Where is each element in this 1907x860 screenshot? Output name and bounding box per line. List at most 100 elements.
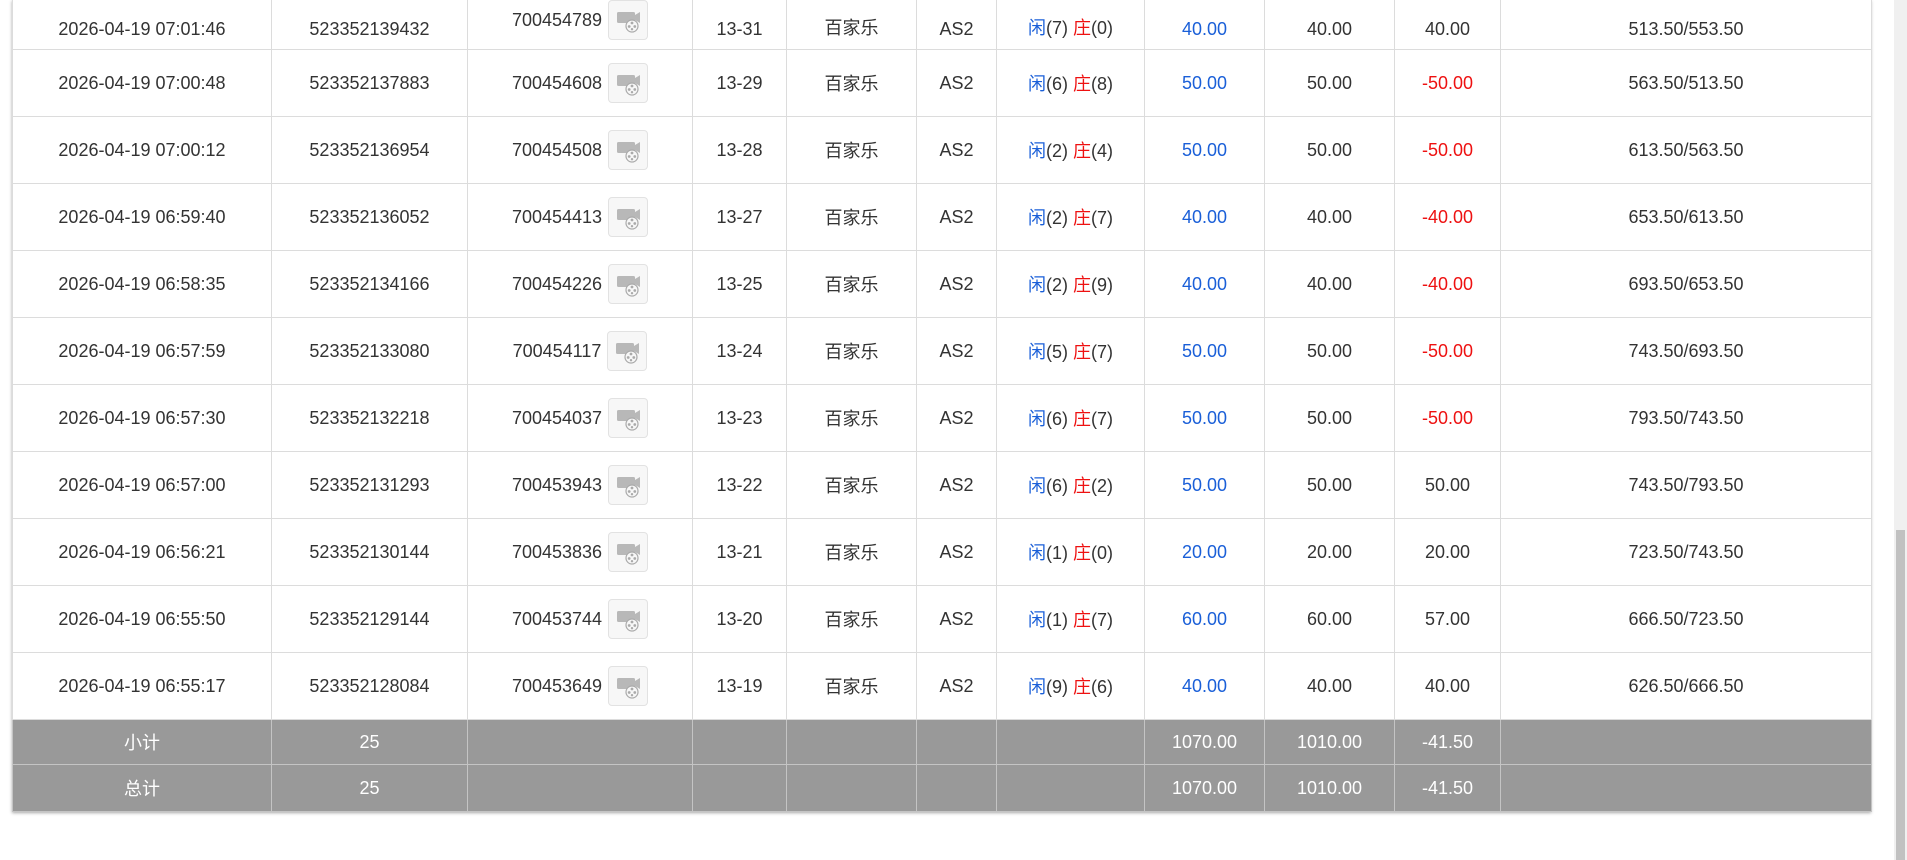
bet-id: 523352128084 <box>271 652 468 720</box>
win-loss: -50.00 <box>1394 116 1501 184</box>
empty-cell <box>467 764 693 812</box>
empty-cell <box>996 764 1145 812</box>
game-result: 闲(2) 庄(4) <box>996 116 1145 184</box>
table-body: 2026-04-19 07:01:46 523352139432 7004547… <box>12 0 1872 720</box>
bet-amount: 50.00 <box>1144 317 1265 385</box>
total-valid-bet: 1010.00 <box>1264 764 1395 812</box>
round-id: 700454117 <box>512 340 602 361</box>
empty-cell <box>1500 764 1872 812</box>
player-label: 闲 <box>1027 275 1046 295</box>
game-result: 闲(2) 庄(9) <box>996 250 1145 318</box>
win-loss: 50.00 <box>1394 451 1501 519</box>
win-loss: 40.00 <box>1394 0 1501 50</box>
subtotal-valid-bet: 1010.00 <box>1264 719 1395 765</box>
valid-bet: 50.00 <box>1264 49 1395 117</box>
total-row: 总计 25 1070.00 1010.00 -41.50 <box>12 764 1872 812</box>
banker-score: (7) <box>1091 342 1113 362</box>
banker-score: (2) <box>1091 476 1113 496</box>
player-score: (6) <box>1045 476 1068 496</box>
player-label: 闲 <box>1027 409 1046 429</box>
bet-id: 523352131293 <box>271 451 468 519</box>
bet-time: 2026-04-19 07:00:12 <box>12 116 272 184</box>
player-score: (9) <box>1045 677 1068 697</box>
game-type: 百家乐 <box>786 0 917 50</box>
video-replay-icon[interactable] <box>608 264 649 304</box>
balance-change: 666.50/723.50 <box>1500 585 1872 653</box>
bet-id: 523352133080 <box>271 317 468 385</box>
banker-label: 庄 <box>1073 18 1091 38</box>
game-type: 百家乐 <box>786 384 917 452</box>
balance-change: 653.50/613.50 <box>1500 183 1872 251</box>
banker-label: 庄 <box>1073 74 1091 94</box>
game-type: 百家乐 <box>786 652 917 720</box>
empty-cell <box>786 719 917 765</box>
balance-change: 513.50/553.50 <box>1500 0 1872 50</box>
video-replay-icon[interactable] <box>608 398 649 438</box>
bet-amount: 20.00 <box>1144 518 1265 586</box>
table-row: 2026-04-19 07:00:12 523352136954 7004545… <box>12 116 1872 184</box>
valid-bet: 40.00 <box>1264 250 1395 318</box>
subtotal-label: 小计 <box>12 719 272 765</box>
table-code: AS2 <box>916 49 997 117</box>
valid-bet: 40.00 <box>1264 183 1395 251</box>
round-id: 700453943 <box>511 474 603 495</box>
video-replay-icon[interactable] <box>608 599 649 639</box>
banker-label: 庄 <box>1073 208 1091 228</box>
scrollbar-thumb[interactable] <box>1896 530 1905 860</box>
video-replay-icon[interactable] <box>608 465 649 505</box>
valid-bet: 50.00 <box>1264 317 1395 385</box>
win-loss: -50.00 <box>1394 384 1501 452</box>
total-bet: 1070.00 <box>1144 764 1265 812</box>
shoe-number: 13-27 <box>692 183 787 251</box>
bet-time: 2026-04-19 06:58:35 <box>12 250 272 318</box>
game-result: 闲(5) 庄(7) <box>996 317 1145 385</box>
video-replay-icon[interactable] <box>608 130 649 170</box>
banker-label: 庄 <box>1073 141 1091 161</box>
bet-time: 2026-04-19 06:59:40 <box>12 183 272 251</box>
banker-score: (6) <box>1091 677 1113 697</box>
game-type: 百家乐 <box>786 183 917 251</box>
banker-label: 庄 <box>1073 543 1091 563</box>
bet-id: 523352137883 <box>271 49 468 117</box>
video-replay-icon[interactable] <box>608 197 649 237</box>
shoe-number: 13-31 <box>692 0 787 50</box>
bet-id: 523352136954 <box>271 116 468 184</box>
banker-score: (0) <box>1091 543 1113 563</box>
video-replay-icon[interactable] <box>608 532 649 572</box>
empty-cell <box>692 764 787 812</box>
subtotal-win-loss: -41.50 <box>1394 719 1501 765</box>
balance-change: 693.50/653.50 <box>1500 250 1872 318</box>
table-row: 2026-04-19 06:55:50 523352129144 7004537… <box>12 585 1872 653</box>
video-replay-icon[interactable] <box>608 666 649 706</box>
balance-change: 743.50/793.50 <box>1500 451 1872 519</box>
bet-records-table-container: 2026-04-19 07:01:46 523352139432 7004547… <box>12 0 1872 812</box>
round-id: 700453649 <box>511 675 603 696</box>
empty-cell <box>916 764 997 812</box>
bet-records-table: 2026-04-19 07:01:46 523352139432 7004547… <box>12 0 1872 812</box>
banker-score: (7) <box>1091 409 1113 429</box>
balance-change: 613.50/563.50 <box>1500 116 1872 184</box>
video-replay-icon[interactable] <box>608 0 649 40</box>
player-label: 闲 <box>1027 342 1046 362</box>
game-result: 闲(2) 庄(7) <box>996 183 1145 251</box>
player-score: (2) <box>1045 141 1068 161</box>
bet-time: 2026-04-19 06:57:30 <box>12 384 272 452</box>
table-code: AS2 <box>916 585 997 653</box>
banker-score: (0) <box>1091 18 1113 38</box>
empty-cell <box>1500 719 1872 765</box>
banker-score: (4) <box>1091 141 1113 161</box>
game-type: 百家乐 <box>786 116 917 184</box>
shoe-number: 13-28 <box>692 116 787 184</box>
banker-label: 庄 <box>1073 409 1091 429</box>
bet-time: 2026-04-19 06:57:59 <box>12 317 272 385</box>
table-row: 2026-04-19 06:57:59 523352133080 7004541… <box>12 317 1872 385</box>
video-replay-icon[interactable] <box>607 331 648 371</box>
round-cell: 700454413 <box>467 183 693 251</box>
subtotal-bet: 1070.00 <box>1144 719 1265 765</box>
player-label: 闲 <box>1027 543 1046 563</box>
banker-label: 庄 <box>1073 342 1091 362</box>
vertical-scrollbar[interactable] <box>1894 0 1907 860</box>
video-replay-icon[interactable] <box>608 63 649 103</box>
player-label: 闲 <box>1027 476 1046 496</box>
bet-time: 2026-04-19 06:57:00 <box>12 451 272 519</box>
